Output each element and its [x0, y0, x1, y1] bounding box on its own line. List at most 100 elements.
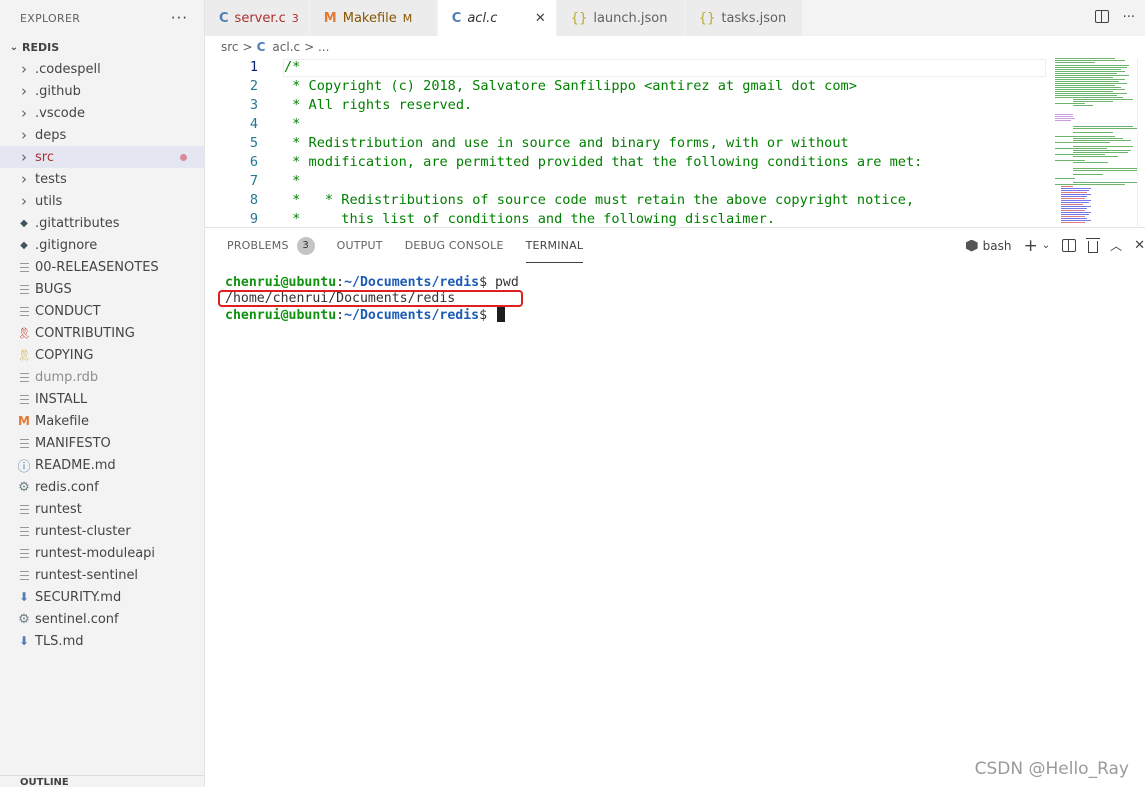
code-text: * All rights reserved.	[284, 97, 473, 113]
file-tree-item[interactable]: dump.rdb	[0, 366, 204, 388]
minimap-line	[1055, 85, 1115, 86]
tab-debug-console[interactable]: DEBUG CONSOLE	[405, 228, 504, 263]
outline-section[interactable]: OUTLINE	[0, 775, 204, 787]
more-actions-icon[interactable]: ···	[171, 9, 188, 27]
file-tree-item[interactable]: 🎗 CONTRIBUTING	[0, 322, 204, 344]
minimap-line	[1073, 146, 1133, 147]
chevron-right-icon: ›	[21, 192, 27, 210]
file-tree-item[interactable]: ◆ .gitignore	[0, 234, 204, 256]
tab-launch-json[interactable]: {} launch.json	[556, 0, 685, 36]
prompt-user-host: chenrui@ubuntu	[225, 275, 337, 290]
file-tree-item[interactable]: runtest	[0, 498, 204, 520]
annotation-highlight-box	[218, 290, 523, 307]
minimap[interactable]	[1055, 58, 1137, 226]
git-icon: ◆	[20, 217, 28, 229]
code-line: 9 * this list of conditions and the foll…	[205, 210, 775, 226]
new-terminal-icon[interactable]: +	[1023, 236, 1037, 256]
chevron-down-icon[interactable]: ⌄	[1042, 240, 1050, 251]
file-tree-label: src	[35, 149, 54, 165]
tab-tasks-json[interactable]: {} tasks.json	[684, 0, 803, 36]
breadcrumb-more[interactable]: > ...	[304, 40, 329, 54]
minimap-line	[1073, 168, 1137, 169]
chevron-right-icon: ›	[21, 126, 27, 144]
file-tree-item[interactable]: MANIFESTO	[0, 432, 204, 454]
file-tree-label: CONTRIBUTING	[35, 325, 135, 341]
minimap-line	[1061, 222, 1085, 223]
breadcrumb-file[interactable]: acl.c	[272, 40, 300, 54]
tab-makefile[interactable]: M Makefile M	[309, 0, 438, 36]
minimap-line	[1055, 154, 1105, 155]
minimap-line	[1061, 218, 1087, 219]
minimap-line	[1055, 142, 1110, 143]
minimap-line	[1055, 87, 1121, 88]
tab-terminal[interactable]: TERMINAL	[525, 228, 584, 263]
file-tree-item[interactable]: › deps	[0, 124, 204, 146]
file-tree-item[interactable]: runtest-moduleapi	[0, 542, 204, 564]
file-tree-item[interactable]: ⬇ TLS.md	[0, 630, 204, 652]
terminal-shell-selector[interactable]: bash	[965, 238, 1012, 253]
close-icon[interactable]: ✕	[535, 11, 546, 26]
file-tree-item[interactable]: ⚙ redis.conf	[0, 476, 204, 498]
minimap-line	[1055, 89, 1125, 90]
more-actions-icon[interactable]: ···	[1123, 10, 1135, 25]
file-tree-item[interactable]: 🎗 COPYING	[0, 344, 204, 366]
file-tree-label: TLS.md	[35, 633, 84, 649]
file-tree-item[interactable]: ⓘ README.md	[0, 454, 204, 476]
minimap-line	[1061, 214, 1089, 215]
file-tree-item[interactable]: › .codespell	[0, 58, 204, 80]
file-tree-item[interactable]: runtest-sentinel	[0, 564, 204, 586]
workspace-root[interactable]: ⌄ REDIS	[0, 36, 204, 58]
file-tree-item[interactable]: › utils	[0, 190, 204, 212]
split-editor-icon[interactable]	[1094, 10, 1109, 23]
file-tree-item[interactable]: M Makefile	[0, 410, 204, 432]
file-tree-item[interactable]: runtest-cluster	[0, 520, 204, 542]
breadcrumb-folder[interactable]: src	[221, 40, 239, 54]
code-text: * this list of conditions and the follow…	[284, 211, 776, 226]
file-tree-item[interactable]: 00-RELEASENOTES	[0, 256, 204, 278]
file-tree-item[interactable]: › .github	[0, 80, 204, 102]
problems-count-badge: 3	[291, 11, 299, 25]
editor-scrollbar[interactable]	[1137, 58, 1145, 226]
modified-badge: M	[402, 11, 413, 25]
shell-label: bash	[982, 238, 1012, 253]
tab-problems[interactable]: PROBLEMS 3	[227, 228, 315, 263]
file-tree-item[interactable]: › src	[0, 146, 204, 168]
file-tree-item[interactable]: ⚙ sentinel.conf	[0, 608, 204, 630]
close-panel-icon[interactable]: ✕	[1134, 238, 1145, 253]
file-tree-item[interactable]: › .vscode	[0, 102, 204, 124]
line-number: 9	[249, 211, 258, 226]
minimap-line	[1055, 83, 1127, 84]
file-tree-item[interactable]: CONDUCT	[0, 300, 204, 322]
minimap-line	[1061, 186, 1073, 187]
code-text: * Redistribution and use in source and b…	[284, 135, 849, 151]
minimap-line	[1055, 118, 1075, 119]
file-tree-item[interactable]: BUGS	[0, 278, 204, 300]
maximize-panel-icon[interactable]: ︿	[1110, 237, 1122, 254]
terminal-command: pwd	[487, 275, 519, 290]
makefile-icon: M	[323, 10, 337, 26]
minimap-line	[1073, 101, 1113, 102]
explorer-header: EXPLORER ···	[0, 0, 204, 36]
workspace-root-label: REDIS	[22, 40, 60, 54]
prompt-colon: :	[336, 308, 345, 323]
tab-output[interactable]: OUTPUT	[337, 228, 383, 263]
tab-acl-c[interactable]: C acl.c ✕	[437, 0, 557, 36]
split-terminal-icon[interactable]	[1062, 239, 1077, 252]
minimap-line	[1061, 204, 1083, 205]
file-tree-label: .vscode	[35, 105, 85, 121]
file-tree-item[interactable]: INSTALL	[0, 388, 204, 410]
license-red-icon: 🎗	[17, 326, 31, 340]
tab-server-c[interactable]: C server.c 3	[205, 0, 310, 36]
minimap-line	[1055, 136, 1115, 137]
file-tree-label: .codespell	[35, 61, 101, 77]
minimap-line	[1073, 99, 1133, 100]
file-tree-item[interactable]: › tests	[0, 168, 204, 190]
trash-icon[interactable]	[1086, 237, 1101, 253]
file-tree-item[interactable]: ⬇ SECURITY.md	[0, 586, 204, 608]
minimap-line	[1061, 212, 1091, 213]
code-editor[interactable]: 1 /* 2 * Copyright (c) 2018, Salvatore San…	[205, 58, 1145, 226]
file-lines-icon	[16, 391, 32, 407]
file-lines-icon	[16, 523, 32, 539]
file-tree-item[interactable]: ◆ .gitattributes	[0, 212, 204, 234]
git-icon: ◆	[20, 239, 28, 251]
